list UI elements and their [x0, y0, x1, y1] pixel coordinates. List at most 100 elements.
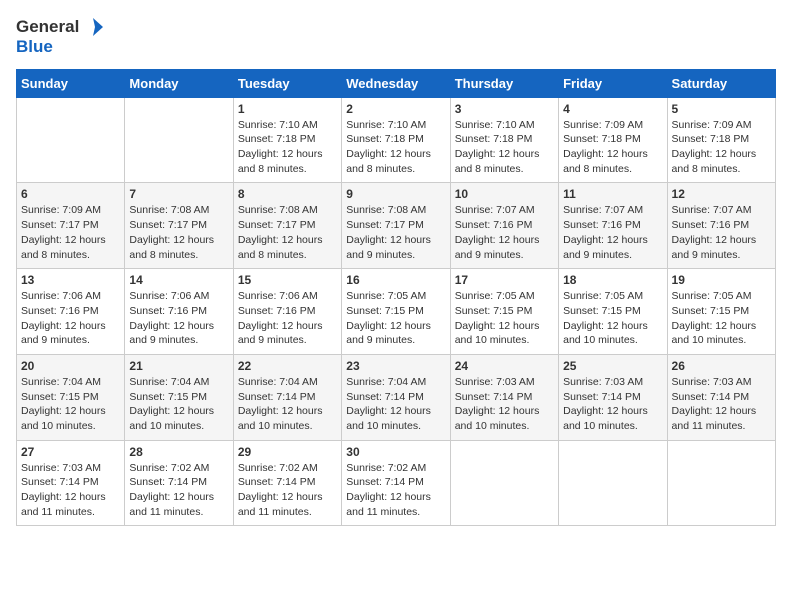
- logo-blue: Blue: [16, 38, 103, 57]
- day-detail: Sunrise: 7:06 AM Sunset: 7:16 PM Dayligh…: [129, 289, 228, 348]
- weekday-header-monday: Monday: [125, 69, 233, 97]
- calendar-cell: 27 Sunrise: 7:03 AM Sunset: 7:14 PM Dayli…: [17, 440, 125, 526]
- day-number: 11: [563, 187, 662, 201]
- calendar-cell: 1Sunrise: 7:10 AM Sunset: 7:18 PM Daylig…: [233, 97, 341, 183]
- calendar-cell: 21 Sunrise: 7:04 AM Sunset: 7:15 PM Dayli…: [125, 354, 233, 440]
- calendar-cell: 6 Sunrise: 7:09 AM Sunset: 7:17 PM Daylig…: [17, 183, 125, 269]
- weekday-header-tuesday: Tuesday: [233, 69, 341, 97]
- day-number: 3: [455, 102, 554, 116]
- day-detail: Sunrise: 7:05 AM Sunset: 7:15 PM Dayligh…: [672, 289, 771, 348]
- day-number: 24: [455, 359, 554, 373]
- calendar-cell: 10 Sunrise: 7:07 AM Sunset: 7:16 PM Dayli…: [450, 183, 558, 269]
- calendar-cell: 16 Sunrise: 7:05 AM Sunset: 7:15 PM Dayli…: [342, 269, 450, 355]
- day-detail: Sunrise: 7:03 AM Sunset: 7:14 PM Dayligh…: [563, 375, 662, 434]
- day-detail: Sunrise: 7:02 AM Sunset: 7:14 PM Dayligh…: [129, 461, 228, 520]
- weekday-header-thursday: Thursday: [450, 69, 558, 97]
- weekday-header-friday: Friday: [559, 69, 667, 97]
- day-number: 1: [238, 102, 337, 116]
- day-number: 21: [129, 359, 228, 373]
- calendar-cell: 13 Sunrise: 7:06 AM Sunset: 7:16 PM Dayli…: [17, 269, 125, 355]
- day-number: 5: [672, 102, 771, 116]
- day-detail: Sunrise: 7:04 AM Sunset: 7:15 PM Dayligh…: [129, 375, 228, 434]
- day-number: 2: [346, 102, 445, 116]
- day-detail: Sunrise: 7:03 AM Sunset: 7:14 PM Dayligh…: [455, 375, 554, 434]
- day-number: 30: [346, 445, 445, 459]
- calendar-cell: [450, 440, 558, 526]
- day-number: 19: [672, 273, 771, 287]
- day-detail: Sunrise: 7:09 AM Sunset: 7:18 PM Dayligh…: [563, 118, 662, 177]
- day-number: 12: [672, 187, 771, 201]
- day-detail: Sunrise: 7:08 AM Sunset: 7:17 PM Dayligh…: [238, 203, 337, 262]
- calendar-cell: 26 Sunrise: 7:03 AM Sunset: 7:14 PM Dayli…: [667, 354, 775, 440]
- day-number: 27: [21, 445, 120, 459]
- day-number: 29: [238, 445, 337, 459]
- day-number: 28: [129, 445, 228, 459]
- day-number: 14: [129, 273, 228, 287]
- day-detail: Sunrise: 7:04 AM Sunset: 7:14 PM Dayligh…: [346, 375, 445, 434]
- day-detail: Sunrise: 7:03 AM Sunset: 7:14 PM Dayligh…: [21, 461, 120, 520]
- day-number: 7: [129, 187, 228, 201]
- day-detail: Sunrise: 7:05 AM Sunset: 7:15 PM Dayligh…: [455, 289, 554, 348]
- day-detail: Sunrise: 7:07 AM Sunset: 7:16 PM Dayligh…: [455, 203, 554, 262]
- calendar-cell: 8 Sunrise: 7:08 AM Sunset: 7:17 PM Daylig…: [233, 183, 341, 269]
- weekday-header-saturday: Saturday: [667, 69, 775, 97]
- calendar-cell: 25 Sunrise: 7:03 AM Sunset: 7:14 PM Dayli…: [559, 354, 667, 440]
- calendar-cell: 17 Sunrise: 7:05 AM Sunset: 7:15 PM Dayli…: [450, 269, 558, 355]
- day-number: 17: [455, 273, 554, 287]
- day-number: 25: [563, 359, 662, 373]
- weekday-header-row: SundayMondayTuesdayWednesdayThursdayFrid…: [17, 69, 776, 97]
- calendar-cell: 2 Sunrise: 7:10 AM Sunset: 7:18 PM Daylig…: [342, 97, 450, 183]
- day-detail: Sunrise: 7:09 AM Sunset: 7:18 PM Dayligh…: [672, 118, 771, 177]
- day-detail: Sunrise: 7:02 AM Sunset: 7:14 PM Dayligh…: [346, 461, 445, 520]
- day-number: 9: [346, 187, 445, 201]
- logo-bird-icon: [81, 16, 103, 38]
- day-number: 4: [563, 102, 662, 116]
- day-detail: Sunrise: 7:06 AM Sunset: 7:16 PM Dayligh…: [21, 289, 120, 348]
- logo-container: General Blue: [16, 16, 103, 57]
- weekday-header-wednesday: Wednesday: [342, 69, 450, 97]
- logo-general: General: [16, 18, 79, 37]
- week-row-4: 20 Sunrise: 7:04 AM Sunset: 7:15 PM Dayli…: [17, 354, 776, 440]
- week-row-2: 6 Sunrise: 7:09 AM Sunset: 7:17 PM Daylig…: [17, 183, 776, 269]
- day-detail: Sunrise: 7:09 AM Sunset: 7:17 PM Dayligh…: [21, 203, 120, 262]
- calendar-cell: [125, 97, 233, 183]
- day-number: 15: [238, 273, 337, 287]
- calendar-cell: [667, 440, 775, 526]
- calendar-cell: [17, 97, 125, 183]
- calendar-cell: 30 Sunrise: 7:02 AM Sunset: 7:14 PM Dayli…: [342, 440, 450, 526]
- calendar-cell: 18Sunrise: 7:05 AM Sunset: 7:15 PM Dayli…: [559, 269, 667, 355]
- day-number: 10: [455, 187, 554, 201]
- calendar-cell: 4 Sunrise: 7:09 AM Sunset: 7:18 PM Daylig…: [559, 97, 667, 183]
- calendar-cell: 20Sunrise: 7:04 AM Sunset: 7:15 PM Dayli…: [17, 354, 125, 440]
- calendar-cell: 23Sunrise: 7:04 AM Sunset: 7:14 PM Dayli…: [342, 354, 450, 440]
- calendar-cell: [559, 440, 667, 526]
- day-number: 13: [21, 273, 120, 287]
- day-detail: Sunrise: 7:08 AM Sunset: 7:17 PM Dayligh…: [346, 203, 445, 262]
- day-number: 26: [672, 359, 771, 373]
- day-number: 6: [21, 187, 120, 201]
- calendar-cell: 7Sunrise: 7:08 AM Sunset: 7:17 PM Daylig…: [125, 183, 233, 269]
- day-detail: Sunrise: 7:05 AM Sunset: 7:15 PM Dayligh…: [346, 289, 445, 348]
- weekday-header-sunday: Sunday: [17, 69, 125, 97]
- day-detail: Sunrise: 7:10 AM Sunset: 7:18 PM Dayligh…: [346, 118, 445, 177]
- day-number: 22: [238, 359, 337, 373]
- day-detail: Sunrise: 7:07 AM Sunset: 7:16 PM Dayligh…: [563, 203, 662, 262]
- day-detail: Sunrise: 7:04 AM Sunset: 7:14 PM Dayligh…: [238, 375, 337, 434]
- calendar-cell: 5 Sunrise: 7:09 AM Sunset: 7:18 PM Daylig…: [667, 97, 775, 183]
- calendar-cell: 12 Sunrise: 7:07 AM Sunset: 7:16 PM Dayli…: [667, 183, 775, 269]
- day-detail: Sunrise: 7:06 AM Sunset: 7:16 PM Dayligh…: [238, 289, 337, 348]
- calendar-cell: 19 Sunrise: 7:05 AM Sunset: 7:15 PM Dayli…: [667, 269, 775, 355]
- day-number: 8: [238, 187, 337, 201]
- calendar-cell: 29Sunrise: 7:02 AM Sunset: 7:14 PM Dayli…: [233, 440, 341, 526]
- day-detail: Sunrise: 7:07 AM Sunset: 7:16 PM Dayligh…: [672, 203, 771, 262]
- calendar-cell: 14 Sunrise: 7:06 AM Sunset: 7:16 PM Dayli…: [125, 269, 233, 355]
- week-row-3: 13 Sunrise: 7:06 AM Sunset: 7:16 PM Dayli…: [17, 269, 776, 355]
- week-row-1: 1 Sunrise: 7:10 AM Sunset: 7:18 PM Daylig…: [17, 97, 776, 183]
- calendar-cell: 9 Sunrise: 7:08 AM Sunset: 7:17 PM Daylig…: [342, 183, 450, 269]
- calendar-cell: 15 Sunrise: 7:06 AM Sunset: 7:16 PM Dayli…: [233, 269, 341, 355]
- day-number: 16: [346, 273, 445, 287]
- day-number: 20: [21, 359, 120, 373]
- calendar-cell: 24 Sunrise: 7:03 AM Sunset: 7:14 PM Dayli…: [450, 354, 558, 440]
- day-detail: Sunrise: 7:03 AM Sunset: 7:14 PM Dayligh…: [672, 375, 771, 434]
- logo: General Blue: [16, 16, 103, 57]
